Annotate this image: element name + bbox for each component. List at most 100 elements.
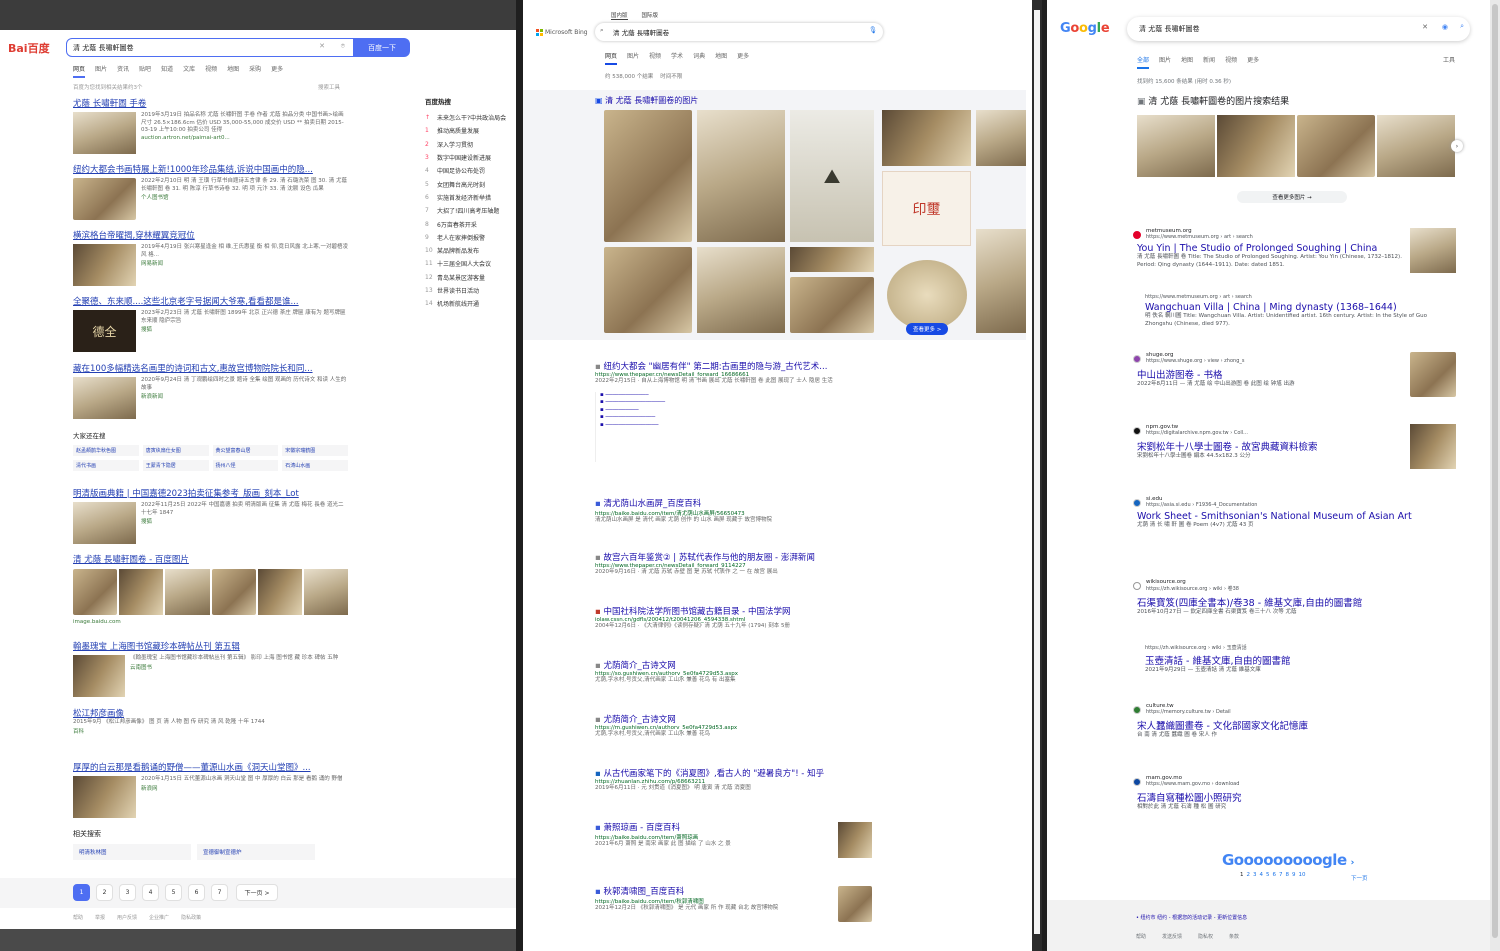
tab-images[interactable]: 图片: [1159, 55, 1171, 64]
hot-item[interactable]: 11 十三届全国人大会议: [425, 257, 516, 270]
hot-item[interactable]: 8 6万亩春茶开采: [425, 217, 516, 230]
tools-button[interactable]: 工具: [1443, 55, 1455, 64]
image-thumbnail[interactable]: [604, 247, 692, 333]
hot-item[interactable]: 6 实施首发经济新举措: [425, 191, 516, 204]
result-url[interactable]: https://baike.baidu.com/item/清尤荫山水画屏/566…: [595, 509, 885, 517]
next-page[interactable]: 下一页 >: [236, 884, 278, 901]
image-thumbnail[interactable]: [1137, 115, 1215, 177]
result-title[interactable]: ▪ 萧照琼画 - 百度百科: [595, 821, 835, 833]
scrollbar-thumb[interactable]: [1492, 4, 1498, 938]
tab-wenku[interactable]: 文库: [183, 64, 195, 73]
result-title[interactable]: ▪ 故宫六百年鉴赏② | 苏轼代表作与他的朋友圈 - 澎湃新闻: [595, 551, 885, 563]
image-thumbnail[interactable]: [882, 110, 971, 166]
result-title[interactable]: 松江邦彦画像: [73, 707, 348, 719]
page-3[interactable]: 3: [119, 884, 136, 901]
result-title[interactable]: 石濤自寫種松圖小照研究: [1137, 790, 1447, 804]
result-title[interactable]: Wangchuan Villa | China | Ming dynasty (…: [1145, 302, 1445, 313]
hot-item[interactable]: ↑ 未来怎么干?中共政治局会: [425, 111, 516, 124]
result-title[interactable]: 翰墨瑰宝 上海图书馆藏珍本碑帖丛刊 第五辑: [73, 640, 348, 652]
deep-link[interactable]: ▪ ──────────: [600, 407, 885, 415]
search-input[interactable]: ⌕ 清 尤蔭 長嘯軒圖卷 🎙: [595, 23, 883, 41]
image-thumbnail[interactable]: [257, 569, 302, 615]
hot-item[interactable]: 12 青岛某景区游客量: [425, 271, 516, 284]
image-thumbnail[interactable]: [1297, 115, 1375, 177]
result-source[interactable]: 网易新闻: [141, 259, 348, 267]
result-source[interactable]: 搜狐: [141, 325, 348, 333]
hot-item[interactable]: 1 推动高质量发展: [425, 124, 516, 137]
search-input[interactable]: 清 尤蔭 長嘯軒圖卷 ✕ ⌾: [66, 38, 354, 57]
result-thumbnail[interactable]: [73, 502, 136, 544]
page-10[interactable]: 10: [1299, 872, 1306, 878]
result-thumbnail[interactable]: [1410, 352, 1456, 397]
result-source[interactable]: 百科: [73, 727, 348, 735]
result-title[interactable]: 全聚德、东来顺....这些北京老字号据闻大爷寒,看看都是谁...: [73, 295, 348, 307]
deep-link[interactable]: ▪ ──────────────────: [600, 399, 885, 407]
bing-logo[interactable]: Microsoft Bing: [536, 29, 588, 36]
tab-academic[interactable]: 学术: [671, 51, 683, 60]
result-thumbnail[interactable]: [73, 655, 125, 697]
result-title[interactable]: You Yin | The Studio of Prolonged Soughi…: [1137, 243, 1407, 254]
footer-link[interactable]: 隐私权: [1198, 933, 1213, 940]
page-5[interactable]: 5: [165, 884, 182, 901]
tab-zhidao[interactable]: 知道: [161, 64, 173, 73]
result-url[interactable]: https://www.metmuseum.org › art › search: [1145, 294, 1445, 300]
microphone-icon[interactable]: 🎙: [869, 26, 877, 34]
also-search-chip[interactable]: 王蒙青卞隐居: [142, 460, 209, 471]
also-search-chip[interactable]: 唐寅纨扇仕女图: [142, 445, 209, 456]
footer-link[interactable]: 隐私政策: [181, 914, 201, 921]
page-6[interactable]: 6: [1273, 872, 1277, 878]
image-thumbnail[interactable]: [790, 247, 874, 272]
result-thumbnail[interactable]: [73, 112, 136, 154]
result-title[interactable]: 明清版画典籍 | 中国嘉德2023拍卖征集参考_版画_刻本_Lot: [73, 487, 348, 499]
result-source[interactable]: 个人图书馆: [141, 193, 348, 201]
result-title[interactable]: ▪ 尤荫简介_古诗文网: [595, 713, 885, 725]
google-logo[interactable]: Google: [1060, 21, 1110, 36]
result-source[interactable]: image.baidu.com: [73, 619, 348, 625]
result-thumbnail[interactable]: 德全: [73, 310, 136, 352]
result-url[interactable]: https://www.metmuseum.org › art › search: [1146, 234, 1407, 240]
clear-icon[interactable]: ✕: [319, 42, 325, 50]
tab-map[interactable]: 地图: [227, 64, 239, 73]
related-chip[interactable]: 宣德御制宣德炉: [197, 844, 315, 860]
page-7[interactable]: 7: [1279, 872, 1283, 878]
image-pack-title[interactable]: ▣ 清 尤蔭 長嘯軒圖卷的图片搜索结果: [1137, 94, 1289, 107]
image-thumbnail[interactable]: [790, 277, 874, 333]
tab-more[interactable]: 更多: [737, 51, 749, 60]
page-7[interactable]: 7: [211, 884, 228, 901]
scrollbar-thumb[interactable]: [1034, 10, 1040, 934]
chevron-right-icon[interactable]: ›: [1351, 858, 1355, 868]
hot-item[interactable]: 9 老人在家摔倒报警: [425, 231, 516, 244]
page-6[interactable]: 6: [188, 884, 205, 901]
result-thumbnail[interactable]: [73, 377, 136, 419]
related-chip[interactable]: 明清秋林图: [73, 844, 191, 860]
tab-images[interactable]: 图片: [95, 64, 107, 73]
footer-link[interactable]: 发送反馈: [1162, 933, 1182, 940]
tab-purchase[interactable]: 采购: [249, 64, 261, 73]
baidu-logo[interactable]: Bai百度: [8, 40, 50, 56]
result-source[interactable]: 搜狐: [141, 517, 348, 525]
tab-tieba[interactable]: 贴吧: [139, 64, 151, 73]
tab-images[interactable]: 图片: [627, 51, 639, 60]
also-search-chip[interactable]: 宋徽宗瑞鹤图: [282, 445, 348, 456]
result-title[interactable]: 横滨格台帝曜揭,穿林耀翼竞冠位: [73, 229, 348, 241]
image-thumbnail[interactable]: [119, 569, 164, 615]
tab-more[interactable]: 更多: [271, 64, 283, 73]
also-search-chip[interactable]: 黄公望富春山居: [212, 445, 279, 456]
image-thumbnail[interactable]: [1377, 115, 1455, 177]
result-source[interactable]: 新浪新闻: [141, 392, 348, 400]
result-thumbnail[interactable]: [73, 178, 136, 220]
result-thumbnail[interactable]: [73, 776, 136, 818]
also-search-chip[interactable]: 扬州八怪: [212, 460, 279, 471]
result-title[interactable]: Work Sheet - Smithsonian's National Muse…: [1137, 511, 1447, 522]
search-icon[interactable]: ⌕: [1460, 22, 1464, 31]
image-thumbnail[interactable]: [303, 569, 349, 615]
tab-maps[interactable]: 地图: [715, 51, 727, 60]
result-thumbnail[interactable]: [1410, 424, 1456, 469]
result-thumbnail[interactable]: [73, 244, 136, 286]
result-url[interactable]: https://memory.culture.tw › Detail: [1146, 709, 1447, 715]
footer-link[interactable]: 用户反馈: [117, 914, 137, 921]
tab-web[interactable]: 网页: [73, 64, 86, 78]
tab-maps[interactable]: 地图: [1181, 55, 1193, 64]
page-4[interactable]: 4: [142, 884, 159, 901]
tab-more[interactable]: 更多: [1247, 55, 1259, 64]
